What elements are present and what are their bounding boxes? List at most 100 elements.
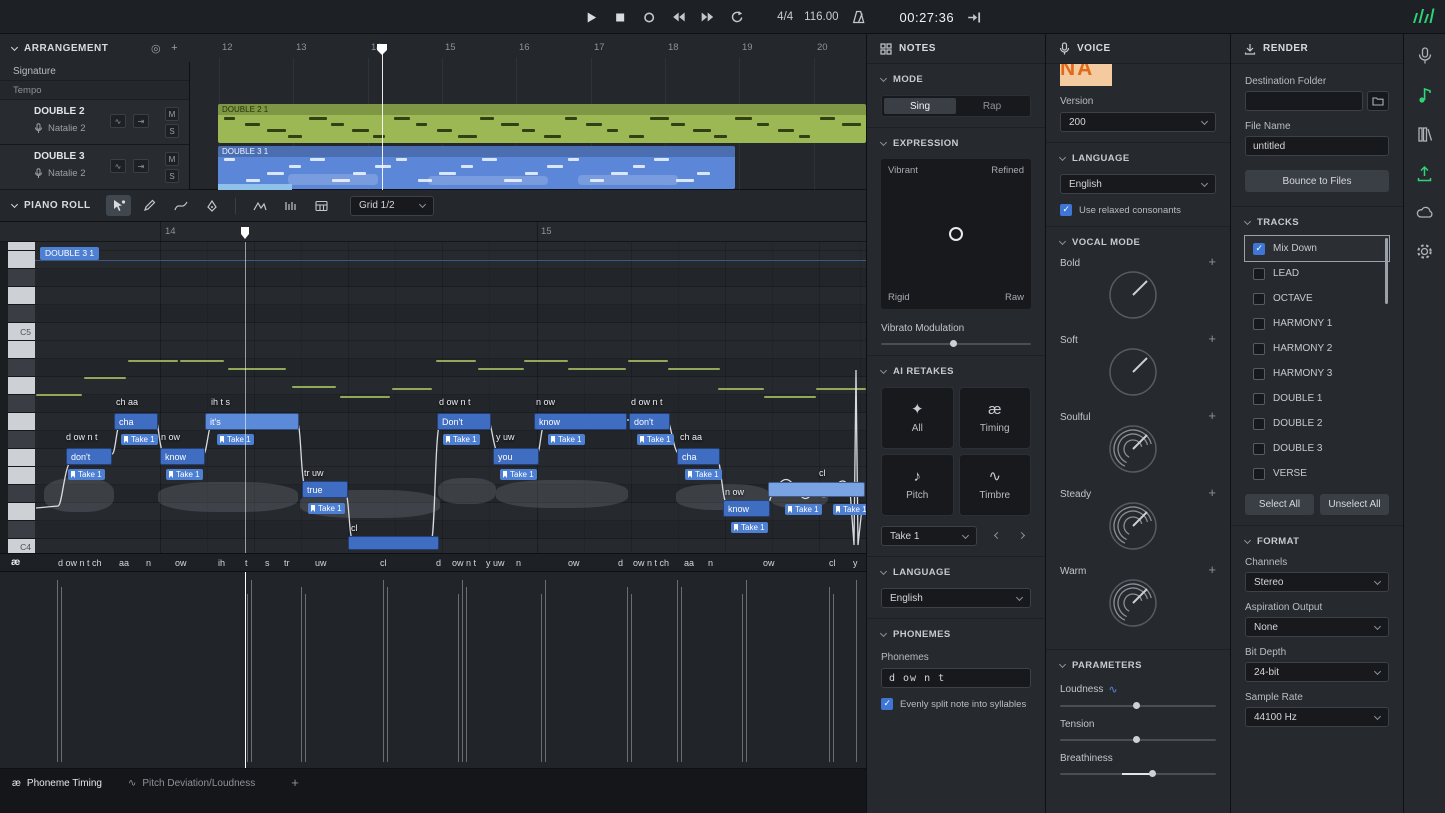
format-field-select[interactable]: 24-bit: [1245, 662, 1389, 682]
pitch-mode-icon[interactable]: ∿: [110, 159, 126, 173]
parameters-header[interactable]: PARAMETERS: [1060, 660, 1216, 671]
cloud-icon[interactable]: [1415, 202, 1435, 222]
curve-tool[interactable]: [168, 195, 193, 216]
take-select[interactable]: Take 1: [881, 526, 977, 546]
phoneme-label[interactable]: d ow n t ch: [58, 558, 102, 568]
lane-tab[interactable]: ∿ Pitch Deviation/Loudness: [128, 775, 255, 791]
expression-knob[interactable]: [949, 227, 963, 241]
loop-button[interactable]: [727, 8, 745, 26]
take-badge[interactable]: Take 1: [443, 434, 480, 445]
track-checkbox[interactable]: [1253, 343, 1265, 355]
tempo-display[interactable]: 116.00: [804, 11, 838, 23]
pen-tool[interactable]: [199, 195, 224, 216]
solo-button[interactable]: S: [165, 169, 179, 183]
ai-retakes-section-header[interactable]: AI RETAKES: [881, 366, 1031, 377]
take-badge[interactable]: Take 1: [68, 469, 105, 480]
time-signature-display[interactable]: 4/4: [777, 11, 793, 23]
take-badge[interactable]: Take 1: [685, 469, 722, 480]
piano-note[interactable]: you: [493, 448, 539, 465]
split-syllables-checkbox[interactable]: [881, 698, 893, 710]
pitch-mode-icon[interactable]: ∿: [110, 114, 126, 128]
phoneme-label[interactable]: y: [853, 558, 858, 568]
fast-forward-button[interactable]: [698, 8, 716, 26]
phoneme-timing-lane[interactable]: [0, 571, 866, 768]
automation-icon[interactable]: ∿: [1108, 683, 1117, 696]
stop-button[interactable]: [611, 8, 629, 26]
ruler-measure-label[interactable]: 16: [519, 42, 530, 53]
go-to-end-icon[interactable]: [965, 8, 983, 26]
piano-note[interactable]: know: [534, 413, 627, 430]
vibrato-tool[interactable]: [278, 195, 303, 216]
version-select[interactable]: 200: [1060, 112, 1216, 132]
ruler-measure-label[interactable]: 15: [445, 42, 456, 53]
piano-note[interactable]: Don't: [437, 413, 491, 430]
piano-note[interactable]: it's: [205, 413, 299, 430]
phoneme-label[interactable]: n: [516, 558, 521, 568]
take-badge[interactable]: Take 1: [731, 522, 768, 533]
parameter-slider[interactable]: [1060, 705, 1216, 707]
arrangement-playhead-marker[interactable]: [377, 44, 387, 55]
phoneme-label[interactable]: s: [265, 558, 270, 568]
phoneme-label[interactable]: ih: [218, 558, 225, 568]
track-checkbox[interactable]: [1253, 243, 1265, 255]
export-icon[interactable]: [1415, 163, 1435, 183]
ruler-measure-label[interactable]: 13: [296, 42, 307, 53]
vocal-mode-knob[interactable]: [1106, 268, 1160, 322]
phoneme-label[interactable]: n: [708, 558, 713, 568]
arrangement-clip[interactable]: DOUBLE 3 1: [218, 146, 735, 189]
mute-button[interactable]: M: [165, 152, 179, 166]
track-checkbox[interactable]: [1253, 468, 1265, 480]
take-badge[interactable]: Take 1: [833, 504, 866, 515]
track-row[interactable]: DOUBLE 2 Natalie 2 ∿ ⇥ M S: [0, 100, 189, 145]
retake-button[interactable]: ∿ Timbre: [959, 454, 1032, 516]
phoneme-label[interactable]: aa: [684, 558, 694, 568]
phoneme-label[interactable]: ow n t: [452, 558, 476, 568]
playhead-marker[interactable]: [241, 227, 249, 239]
render-track-row[interactable]: HARMONY 3: [1245, 361, 1389, 386]
piano-note[interactable]: true: [302, 481, 348, 498]
select-note-tool[interactable]: [106, 195, 131, 216]
ruler-measure-label[interactable]: 19: [742, 42, 753, 53]
tracks-scrollbar[interactable]: [1385, 238, 1388, 304]
record-target-icon[interactable]: ◎: [151, 42, 161, 55]
pencil-tool[interactable]: [137, 195, 162, 216]
tempo-row[interactable]: Tempo: [0, 81, 189, 100]
ruler-measure-label[interactable]: 18: [668, 42, 679, 53]
vocal-mode-knob[interactable]: [1106, 345, 1160, 399]
render-track-row[interactable]: DOUBLE 1: [1245, 386, 1389, 411]
phonemes-section-header[interactable]: PHONEMES: [881, 629, 1031, 640]
render-track-row[interactable]: Mix Down: [1245, 236, 1389, 261]
piano-note[interactable]: don't: [66, 448, 112, 465]
time-display[interactable]: 00:27:36: [900, 10, 955, 25]
collapse-chevron-icon[interactable]: [11, 201, 18, 208]
vocal-mode-add-button[interactable]: +: [1208, 562, 1216, 577]
track-checkbox[interactable]: [1253, 418, 1265, 430]
mute-button[interactable]: M: [165, 107, 179, 121]
vocal-mode-knob[interactable]: [1106, 576, 1160, 630]
prev-take-button[interactable]: [987, 526, 1007, 546]
piano-note[interactable]: [348, 536, 439, 550]
render-track-row[interactable]: DOUBLE 3: [1245, 436, 1389, 461]
piano-note[interactable]: know: [723, 500, 770, 517]
phoneme-label[interactable]: ow: [763, 558, 775, 568]
add-track-icon[interactable]: +: [171, 42, 178, 55]
track-checkbox[interactable]: [1253, 268, 1265, 280]
lane-tab[interactable]: æ Phoneme Timing: [12, 775, 102, 791]
take-badge[interactable]: Take 1: [121, 434, 158, 445]
take-badge[interactable]: Take 1: [548, 434, 585, 445]
piano-roll-canvas[interactable]: d ow n t don't Take 1 ch aa cha Take 1 n…: [0, 242, 866, 553]
music-note-icon[interactable]: [1415, 85, 1435, 105]
rewind-button[interactable]: [669, 8, 687, 26]
voice-avatar[interactable]: NA: [1060, 64, 1112, 86]
voice-language-select[interactable]: English: [1060, 174, 1216, 194]
arrangement-playhead[interactable]: [382, 52, 383, 190]
pattern-tool[interactable]: [309, 195, 334, 216]
format-field-select[interactable]: Stereo: [1245, 572, 1389, 592]
clip-badge[interactable]: DOUBLE 3 1: [40, 247, 99, 260]
render-track-row[interactable]: OCTAVE: [1245, 286, 1389, 311]
tracks-section-header[interactable]: TRACKS: [1245, 217, 1389, 228]
parameter-slider[interactable]: [1060, 773, 1216, 775]
add-lane-button[interactable]: +: [291, 775, 299, 790]
library-icon[interactable]: [1415, 124, 1435, 144]
piano-note[interactable]: cha: [114, 413, 158, 430]
